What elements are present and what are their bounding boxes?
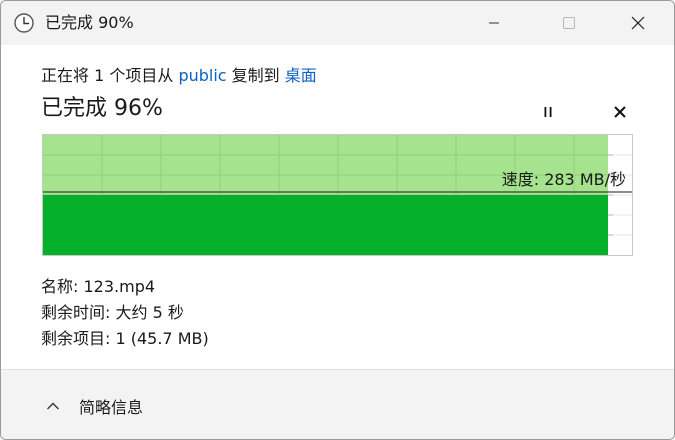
speed-graph-canvas bbox=[43, 135, 632, 255]
pause-icon bbox=[544, 107, 552, 117]
cancel-copy-button[interactable] bbox=[608, 100, 632, 124]
transfer-details: 名称: 123.mp4 剩余时间: 大约 5 秒 剩余项目: 1 (45.7 M… bbox=[41, 274, 209, 352]
speed-area bbox=[43, 195, 608, 255]
dialog-footer: 简略信息 bbox=[1, 369, 674, 439]
chevron-up-icon bbox=[47, 402, 59, 410]
progress-title: 已完成 96% bbox=[41, 96, 163, 121]
remaining-items-row: 剩余项目: 1 (45.7 MB) bbox=[41, 329, 209, 348]
speed-label: 速度: 283 MB/秒 bbox=[501, 170, 626, 189]
close-window-button[interactable] bbox=[615, 1, 661, 45]
transfer-speed-graph: 速度: 283 MB/秒 bbox=[42, 134, 633, 256]
copy-description: 正在将 1 个项目从 public 复制到 桌面 bbox=[41, 65, 317, 87]
maximize-button[interactable] bbox=[546, 1, 592, 45]
minimize-button[interactable] bbox=[471, 1, 517, 45]
destination-link[interactable]: 桌面 bbox=[285, 66, 317, 85]
less-details-toggle[interactable]: 简略信息 bbox=[45, 394, 143, 418]
dialog-content: 正在将 1 个项目从 public 复制到 桌面 已完成 96% 速度: 283… bbox=[1, 45, 674, 369]
copy-middle: 复制到 bbox=[226, 66, 285, 85]
clock-icon bbox=[13, 12, 35, 34]
pause-button[interactable] bbox=[536, 100, 560, 124]
minimize-icon bbox=[489, 22, 499, 24]
copy-prefix: 正在将 1 个项目从 bbox=[41, 66, 179, 85]
window-title: 已完成 90% bbox=[45, 13, 134, 32]
graph-grid-empty bbox=[613, 154, 632, 236]
cancel-icon bbox=[614, 106, 626, 118]
title-bar[interactable]: 已完成 90% bbox=[1, 1, 674, 45]
file-name-row: 名称: 123.mp4 bbox=[41, 277, 156, 296]
maximize-icon bbox=[563, 17, 575, 29]
close-icon bbox=[631, 16, 645, 30]
less-details-label: 简略信息 bbox=[79, 398, 144, 417]
remaining-time-row: 剩余时间: 大约 5 秒 bbox=[41, 303, 184, 322]
source-link[interactable]: public bbox=[178, 66, 226, 85]
copy-progress-window: 已完成 90% 正在将 1 个项目从 public 复制到 桌面 已完成 96% bbox=[0, 0, 675, 440]
